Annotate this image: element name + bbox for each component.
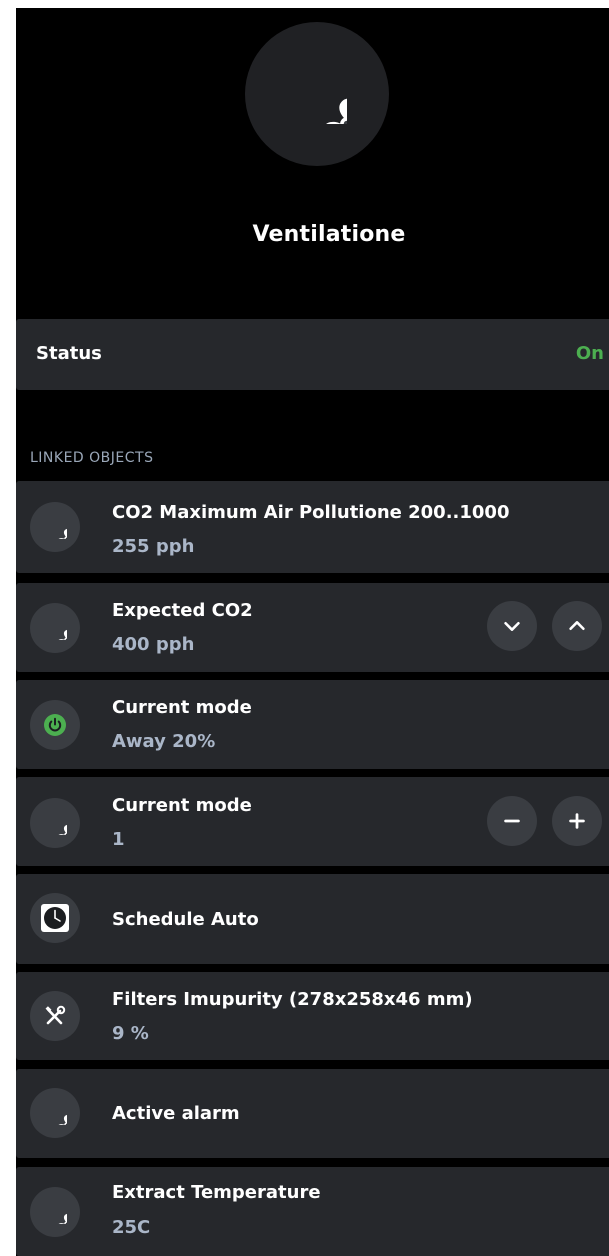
list-item-name: Extract Temperature [112,1182,321,1203]
list-item-name: Schedule Auto [112,909,259,930]
fan-icon [30,1187,80,1237]
list-item-name: Current mode [112,795,252,816]
increase-button[interactable] [552,601,602,651]
list-item[interactable]: Extract Temperature 25C [16,1167,609,1256]
fan-icon [30,1088,80,1138]
list-item[interactable]: Expected CO2 400 pph [16,583,609,672]
status-label: Status [36,343,102,364]
list-item-value: 25C [112,1217,151,1238]
device-title: Ventilatione [252,222,406,247]
list-item-value: 1 [112,829,125,850]
list-item[interactable]: Active alarm [16,1069,609,1158]
device-fan-icon [245,22,389,166]
list-item[interactable]: Schedule Auto [16,874,609,964]
list-item-value: 9 % [112,1023,149,1044]
plus-icon [569,813,585,829]
chevron-up-icon [569,621,585,631]
increase-button[interactable] [552,796,602,846]
list-item-value: Away 20% [112,731,216,752]
device-panel: Ventilatione Status On LINKED OBJECTS CO… [16,8,609,1256]
tools-icon [30,991,80,1041]
decrease-button[interactable] [487,601,537,651]
list-item[interactable]: CO2 Maximum Air Pollutione 200..1000 255… [16,481,609,573]
list-item-name: Current mode [112,697,252,718]
list-item-name: CO2 Maximum Air Pollutione 200..1000 [112,502,510,523]
fan-icon [30,603,80,653]
chevron-down-icon [504,621,520,631]
minus-icon [504,819,520,823]
list-item-name: Filters Imupurity (278x258x46 mm) [112,989,473,1010]
decrease-button[interactable] [487,796,537,846]
status-row[interactable]: Status On [16,319,609,390]
fan-icon [287,64,347,124]
power-icon [30,700,80,750]
list-item-name: Active alarm [112,1103,240,1124]
status-value: On [575,343,604,364]
list-item[interactable]: Current mode 1 [16,777,609,866]
clock-icon [30,893,80,943]
list-item-value: 400 pph [112,634,195,655]
list-item-name: Expected CO2 [112,600,253,621]
list-item[interactable]: Current mode Away 20% [16,680,609,769]
fan-icon [30,798,80,848]
list-item-value: 255 pph [112,536,195,557]
linked-objects-header: LINKED OBJECTS [30,450,154,466]
list-item[interactable]: Filters Imupurity (278x258x46 mm) 9 % [16,972,609,1060]
fan-icon [30,502,80,552]
